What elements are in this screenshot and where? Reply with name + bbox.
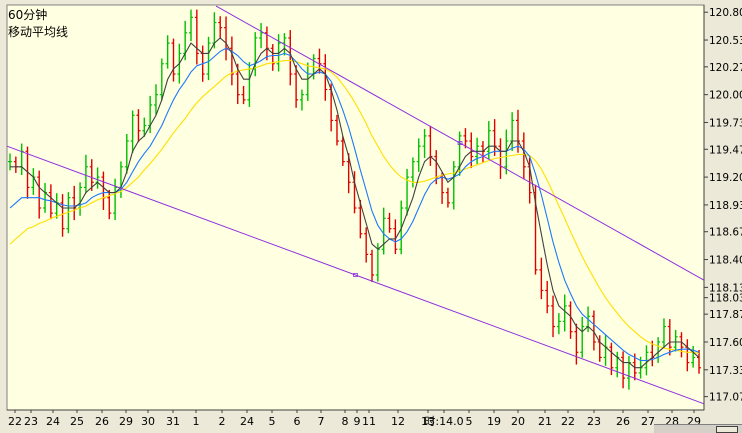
chart-window: 120.80 120.53 120.27 120.00 119.73 119.47 119.… xyxy=(0,0,742,433)
x-tick-label: 30 xyxy=(141,415,155,428)
y-tick-label: 118.03 xyxy=(709,293,742,305)
period-label: 60分钟 xyxy=(8,8,48,22)
x-tick-label: 2 xyxy=(219,415,226,428)
y-tick-label: 118.40 xyxy=(709,255,742,267)
x-tick-label: 6 xyxy=(294,415,301,428)
y-tick-label: 117.07 xyxy=(709,392,742,404)
x-tick-label: 25 xyxy=(70,415,84,428)
x-tick-label: 22 xyxy=(8,415,22,428)
x-tick-label: 8 xyxy=(342,415,349,428)
x-tick-label: 5 xyxy=(466,415,473,428)
x-tick-label: 21 xyxy=(538,415,552,428)
chart-scrollbar[interactable] xyxy=(654,424,742,433)
y-tick-label: 117.87 xyxy=(709,309,742,321)
y-tick-label: 120.00 xyxy=(709,90,742,102)
y-tick-label: 120.80 xyxy=(709,7,742,19)
x-tick-label: 7 xyxy=(318,415,325,428)
x-tick-label: 19 xyxy=(487,415,501,428)
x-tick-label: 31 xyxy=(166,415,180,428)
y-tick-label: 119.47 xyxy=(709,144,742,156)
x-tick-label: 24 xyxy=(240,415,254,428)
y-tick-label: 119.20 xyxy=(709,172,742,184)
y-tick-label: 120.27 xyxy=(709,62,742,74)
y-tick-label: 117.60 xyxy=(709,337,742,349)
x-tick-label: 27 xyxy=(641,415,655,428)
y-tick-label: 117.33 xyxy=(709,365,742,377)
y-tick-label: 120.53 xyxy=(709,35,742,47)
x-tick-label: 24 xyxy=(46,415,60,428)
x-tick-label: 22 xyxy=(561,415,575,428)
x-tick-label: 9 xyxy=(354,415,361,428)
x-tick-label: 29 xyxy=(119,415,133,428)
x-tick-label: 11 xyxy=(362,415,376,428)
indicator-label: 移动平均线 xyxy=(8,25,69,39)
y-tick-label: 118.67 xyxy=(709,227,742,239)
scroll-right-button[interactable] xyxy=(716,426,738,433)
x-tick-label: 23 xyxy=(24,415,38,428)
y-tick-label: 118.93 xyxy=(709,200,742,212)
x-tick-label: 12 xyxy=(391,415,405,428)
x-tick-label: 1 xyxy=(193,415,200,428)
x-tick-label: 20 xyxy=(511,415,525,428)
x-tick-label: 26 xyxy=(616,415,630,428)
price-chart[interactable]: 120.80 120.53 120.27 120.00 119.73 119.47 119.… xyxy=(0,0,742,433)
x-tick-label: 26 xyxy=(95,415,109,428)
x-tick-label: 5 xyxy=(269,415,276,428)
y-tick-label: 119.73 xyxy=(709,117,742,129)
x-tick-label: 23 xyxy=(587,415,601,428)
x-tick-label: 时:14.0 xyxy=(424,415,463,428)
